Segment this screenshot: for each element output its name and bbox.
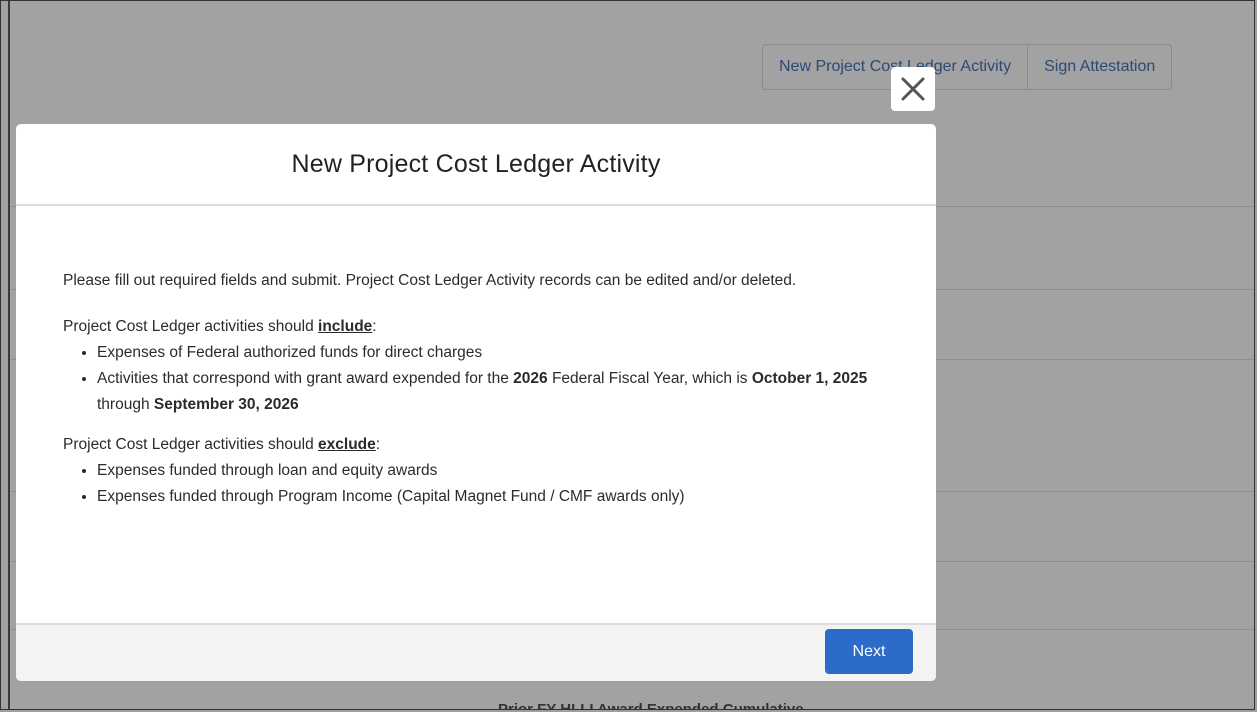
new-ledger-activity-modal: New Project Cost Ledger Activity Please … — [16, 124, 936, 681]
include-list: Expenses of Federal authorized funds for… — [63, 340, 889, 418]
left-border — [8, 1, 10, 709]
close-icon — [901, 77, 925, 101]
include-heading: Project Cost Ledger activities should in… — [63, 318, 377, 335]
exclude-heading: Project Cost Ledger activities should ex… — [63, 436, 381, 453]
modal-header: New Project Cost Ledger Activity — [16, 124, 936, 206]
header-action-group: New Project Cost Ledger Activity Sign At… — [762, 44, 1173, 90]
close-modal-button[interactable] — [891, 67, 935, 111]
next-button[interactable]: Next — [825, 629, 913, 674]
list-item: Expenses of Federal authorized funds for… — [97, 340, 889, 366]
sign-attestation-button[interactable]: Sign Attestation — [1027, 45, 1171, 89]
list-item: Expenses funded through loan and equity … — [97, 458, 889, 484]
include-keyword: include — [318, 318, 373, 335]
modal-body: Please fill out required fields and subm… — [16, 206, 936, 510]
exclude-keyword: exclude — [318, 436, 376, 453]
intro-text: Please fill out required fields and subm… — [63, 272, 797, 289]
list-item: Activities that correspond with grant aw… — [97, 366, 889, 418]
background-field-label: Prior FY HLLI Award Expended Cumulative — [498, 701, 804, 710]
list-item: Expenses funded through Program Income (… — [97, 484, 889, 510]
modal-title: New Project Cost Ledger Activity — [291, 149, 661, 178]
modal-footer: Next — [16, 623, 936, 681]
exclude-list: Expenses funded through loan and equity … — [63, 458, 889, 510]
